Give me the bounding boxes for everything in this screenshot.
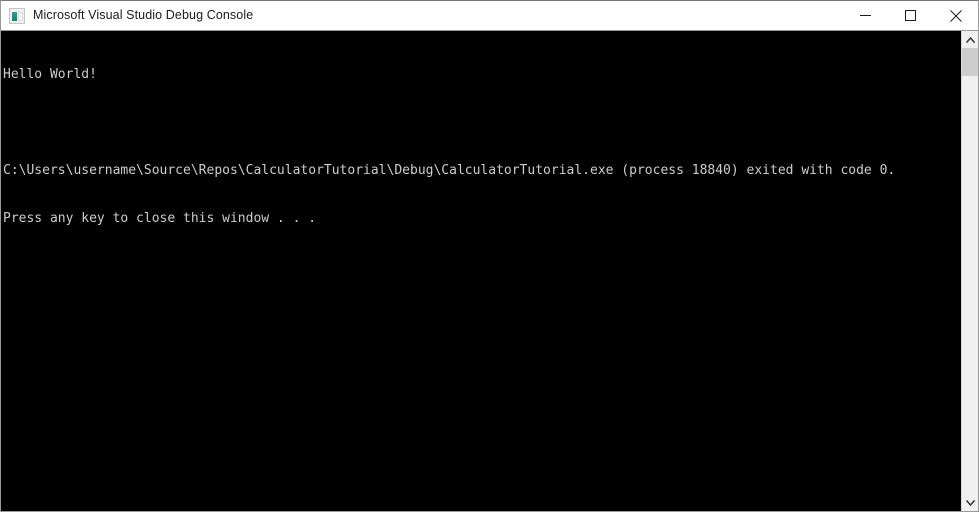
scrollbar-thumb[interactable] (962, 48, 978, 76)
window-title: Microsoft Visual Studio Debug Console (33, 8, 254, 22)
scroll-down-button[interactable] (962, 494, 978, 511)
console-app-icon-left-block (12, 11, 17, 21)
chevron-up-icon (965, 36, 975, 43)
minimize-icon (860, 15, 871, 16)
console-app-icon (9, 7, 25, 24)
console-line: Press any key to close this window . . . (3, 211, 317, 226)
chevron-down-icon (965, 499, 975, 506)
console-line: C:\Users\username\Source\Repos\Calculato… (3, 163, 896, 178)
caption-button-group (843, 1, 978, 30)
close-button[interactable] (933, 1, 978, 30)
minimize-button[interactable] (843, 1, 888, 30)
console-line: Hello World! (3, 67, 97, 82)
title-bar[interactable]: Microsoft Visual Studio Debug Console (1, 1, 978, 30)
maximize-icon (905, 10, 916, 21)
console-area: Hello World! C:\Users\username\Source\Re… (1, 30, 978, 511)
close-icon (949, 9, 962, 22)
debug-console-window: Microsoft Visual Studio Debug Console He… (0, 0, 979, 512)
console-app-icon-right-block (18, 11, 23, 21)
maximize-button[interactable] (888, 1, 933, 30)
scrollbar-track[interactable] (962, 48, 978, 494)
scroll-up-button[interactable] (962, 31, 978, 48)
console-output[interactable]: Hello World! C:\Users\username\Source\Re… (1, 31, 961, 511)
vertical-scrollbar[interactable] (961, 31, 978, 511)
